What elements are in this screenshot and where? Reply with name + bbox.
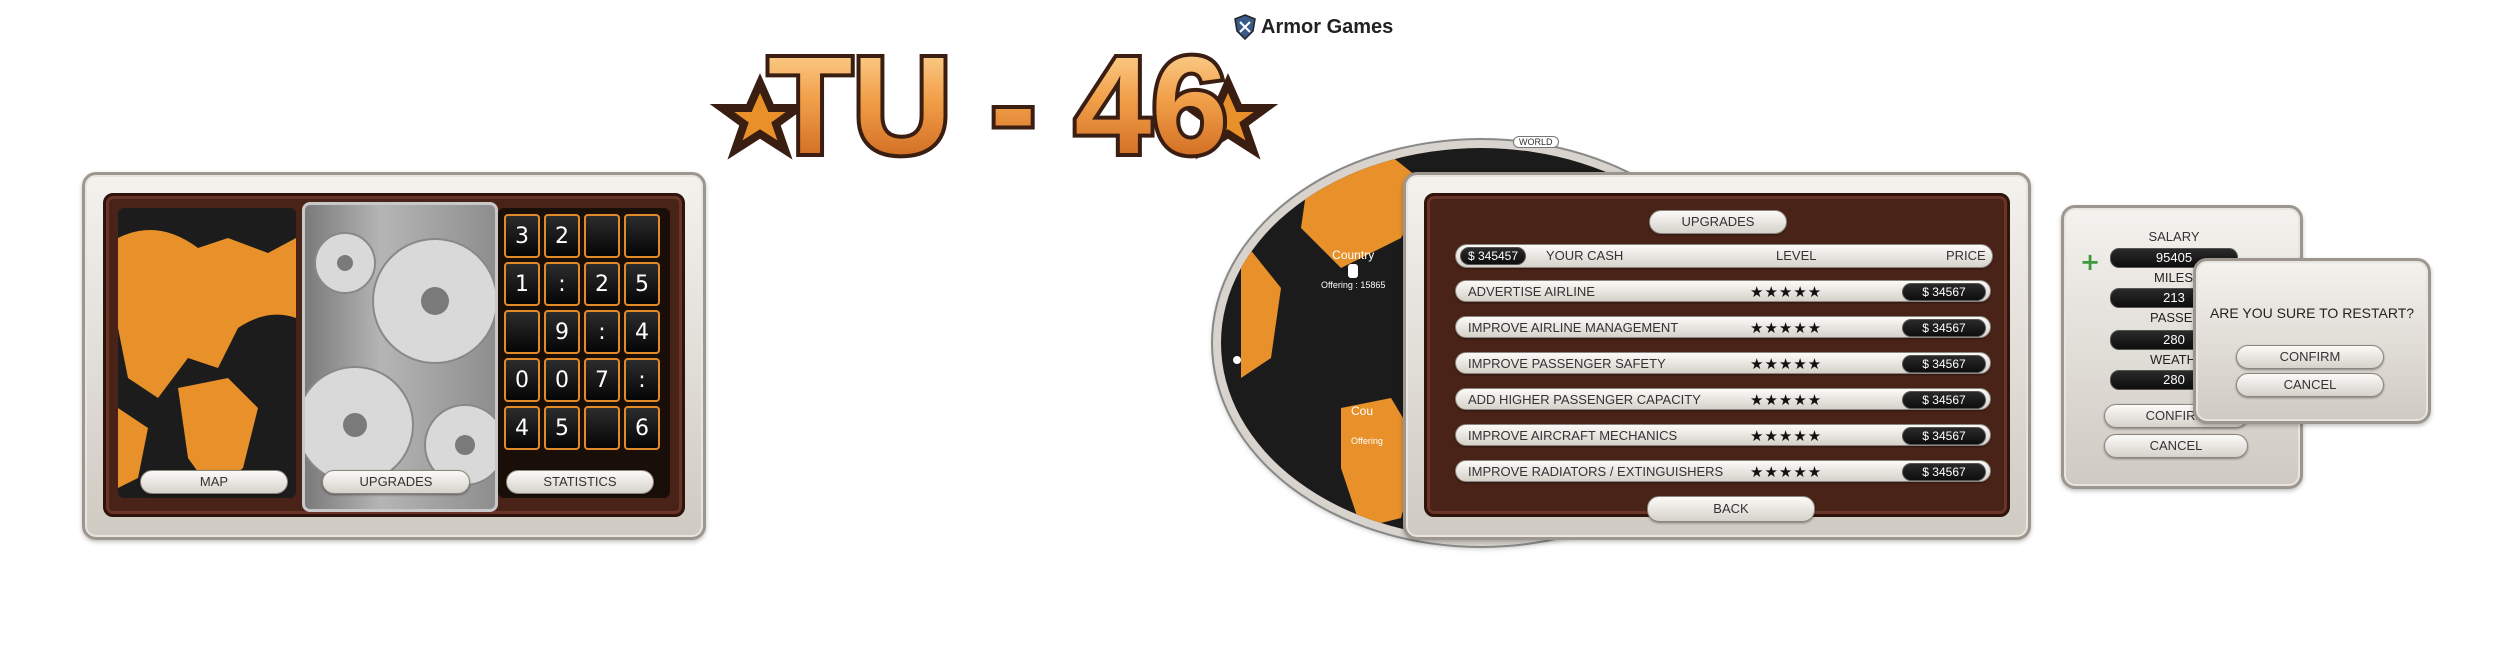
price-header: PRICE [1946, 248, 1986, 263]
upgrade-label: IMPROVE PASSENGER SAFETY [1468, 356, 1666, 371]
upgrade-row[interactable]: IMPROVE RADIATORS / EXTINGUISHERS ★★★★★ $ … [1455, 460, 1991, 482]
level-stars: ★★★★★ [1750, 283, 1823, 301]
upgrade-row[interactable]: IMPROVE AIRLINE MANAGEMENT ★★★★★ $ 34567 [1455, 316, 1991, 338]
digit-cell: 3 [504, 214, 540, 258]
digit-cell: : [584, 310, 620, 354]
upgrade-price: $ 34567 [1902, 391, 1986, 409]
upgrade-price: $ 34567 [1902, 319, 1986, 337]
main-menu-panel: 321:259:4007:456 MAP UPGRADES STATISTICS [82, 172, 706, 540]
level-stars: ★★★★★ [1750, 391, 1823, 409]
flip-digit-board: 321:259:4007:456 [504, 214, 660, 450]
country-offering-1: Offering : 15865 [1321, 280, 1386, 290]
restart-confirm-button[interactable]: CONFIRM [2236, 345, 2384, 369]
country-offering-2: Offering [1351, 436, 1383, 446]
upgrade-price: $ 34567 [1902, 463, 1986, 481]
digit-cell: 7 [584, 358, 620, 402]
digit-cell: 2 [544, 214, 580, 258]
country-marker-2[interactable]: Cou Offering [1351, 404, 1383, 446]
back-button[interactable]: BACK [1647, 496, 1815, 522]
upgrades-section[interactable] [302, 202, 498, 512]
upgrade-row-bg[interactable]: IMPROVE RADIATORS / EXTINGUISHERS ★★★★★ $ … [1455, 460, 1991, 482]
digit-cell: 2 [584, 262, 620, 306]
country-name-1: Country [1332, 248, 1375, 262]
country-name-2: Cou [1351, 404, 1374, 418]
upgrade-row[interactable]: ADD HIGHER PASSENGER CAPACITY ★★★★★ $ 3456… [1455, 388, 1991, 410]
level-stars: ★★★★★ [1750, 427, 1823, 445]
upgrades-inner: UPGRADES $ 345457 YOUR CASH LEVEL PRICE … [1424, 193, 2010, 522]
plus-icon[interactable]: + [2080, 248, 2100, 276]
upgrade-label: ADD HIGHER PASSENGER CAPACITY [1468, 392, 1701, 407]
digit-cell: 4 [624, 310, 660, 354]
upgrade-label: IMPROVE AIRCRAFT MECHANICS [1468, 428, 1678, 443]
upgrades-button[interactable]: UPGRADES [322, 470, 470, 494]
upgrade-row-bg[interactable]: ADVERTISE AIRLINE ★★★★★ $ 34567 [1455, 280, 1991, 302]
upgrade-row[interactable]: IMPROVE PASSENGER SAFETY ★★★★★ $ 34567 [1455, 352, 1991, 374]
game-logo: TU - 46 [700, 8, 1300, 187]
digit-cell: 4 [504, 406, 540, 450]
upgrade-row-bg[interactable]: ADD HIGHER PASSENGER CAPACITY ★★★★★ $ 3456… [1455, 388, 1991, 410]
level-header: LEVEL [1776, 248, 1817, 263]
digit-cell: : [544, 262, 580, 306]
brand-name: Armor Games [1261, 15, 1394, 38]
map-button[interactable]: MAP [140, 470, 288, 494]
upgrade-label: ADVERTISE AIRLINE [1468, 284, 1595, 299]
logo-title: TU - 46 [768, 29, 1228, 168]
upgrade-price: $ 34567 [1902, 283, 1986, 301]
upgrade-row-bg[interactable]: IMPROVE AIRCRAFT MECHANICS ★★★★★ $ 34567 [1455, 424, 1991, 446]
upgrade-row[interactable]: IMPROVE AIRCRAFT MECHANICS ★★★★★ $ 34567 [1455, 424, 1991, 446]
level-stars: ★★★★★ [1750, 463, 1823, 481]
digit-cell: 6 [624, 406, 660, 450]
upgrades-title: UPGRADES [1649, 210, 1787, 234]
digit-cell [584, 214, 620, 258]
salary-cancel-button[interactable]: CANCEL [2104, 434, 2248, 458]
digit-cell: 1 [504, 262, 540, 306]
restart-question: ARE YOU SURE TO RESTART? [2209, 305, 2415, 321]
upgrade-label: IMPROVE RADIATORS / EXTINGUISHERS [1468, 464, 1724, 479]
upgrade-row-bg[interactable]: IMPROVE AIRLINE MANAGEMENT ★★★★★ $ 34567 [1455, 316, 1991, 338]
statistics-section[interactable]: 321:259:4007:456 [498, 208, 670, 498]
upgrades-panel: UPGRADES $ 345457 YOUR CASH LEVEL PRICE … [1403, 172, 2031, 540]
statistics-button[interactable]: STATISTICS [506, 470, 654, 494]
shield-icon [1234, 14, 1256, 40]
digit-cell: 0 [544, 358, 580, 402]
cash-value: $ 345457 [1460, 247, 1526, 265]
upgrade-price: $ 34567 [1902, 355, 1986, 373]
digit-cell: 0 [504, 358, 540, 402]
menu-inner: 321:259:4007:456 MAP UPGRADES STATISTICS [103, 193, 685, 517]
restart-cancel-button[interactable]: CANCEL [2236, 373, 2384, 397]
cash-label: YOUR CASH [1546, 248, 1624, 263]
person-icon [1348, 264, 1359, 278]
restart-dialog: ARE YOU SURE TO RESTART? CONFIRM CANCEL [2193, 258, 2431, 424]
digit-cell: 9 [544, 310, 580, 354]
digit-cell: : [624, 358, 660, 402]
map-section[interactable] [118, 208, 296, 498]
armor-games-brand[interactable]: Armor Games [1233, 14, 1393, 40]
salary-title: SALARY [2148, 229, 2200, 244]
gears-icon [305, 232, 495, 486]
upgrade-row-bg[interactable]: IMPROVE PASSENGER SAFETY ★★★★★ $ 34567 [1455, 352, 1991, 374]
digit-cell: 5 [544, 406, 580, 450]
level-stars: ★★★★★ [1750, 319, 1823, 337]
upgrade-price: $ 34567 [1902, 427, 1986, 445]
world-tag: WORLD [1513, 136, 1559, 148]
digit-cell [584, 406, 620, 450]
miles-label: MILES [2154, 270, 2194, 285]
digit-cell [504, 310, 540, 354]
upgrade-row[interactable]: ADVERTISE AIRLINE ★★★★★ $ 34567 [1455, 280, 1991, 302]
weather-label: WEATH [2150, 352, 2196, 367]
location-dot[interactable] [1233, 356, 1241, 364]
cash-header-row: $ 345457 YOUR CASH LEVEL PRICE [1455, 244, 1993, 268]
country-marker-1[interactable]: Country Offering : 15865 [1321, 248, 1385, 290]
upgrade-label: IMPROVE AIRLINE MANAGEMENT [1468, 320, 1679, 335]
world-map-icon [118, 230, 296, 493]
digit-cell: 5 [624, 262, 660, 306]
digit-cell [624, 214, 660, 258]
level-stars: ★★★★★ [1750, 355, 1823, 373]
